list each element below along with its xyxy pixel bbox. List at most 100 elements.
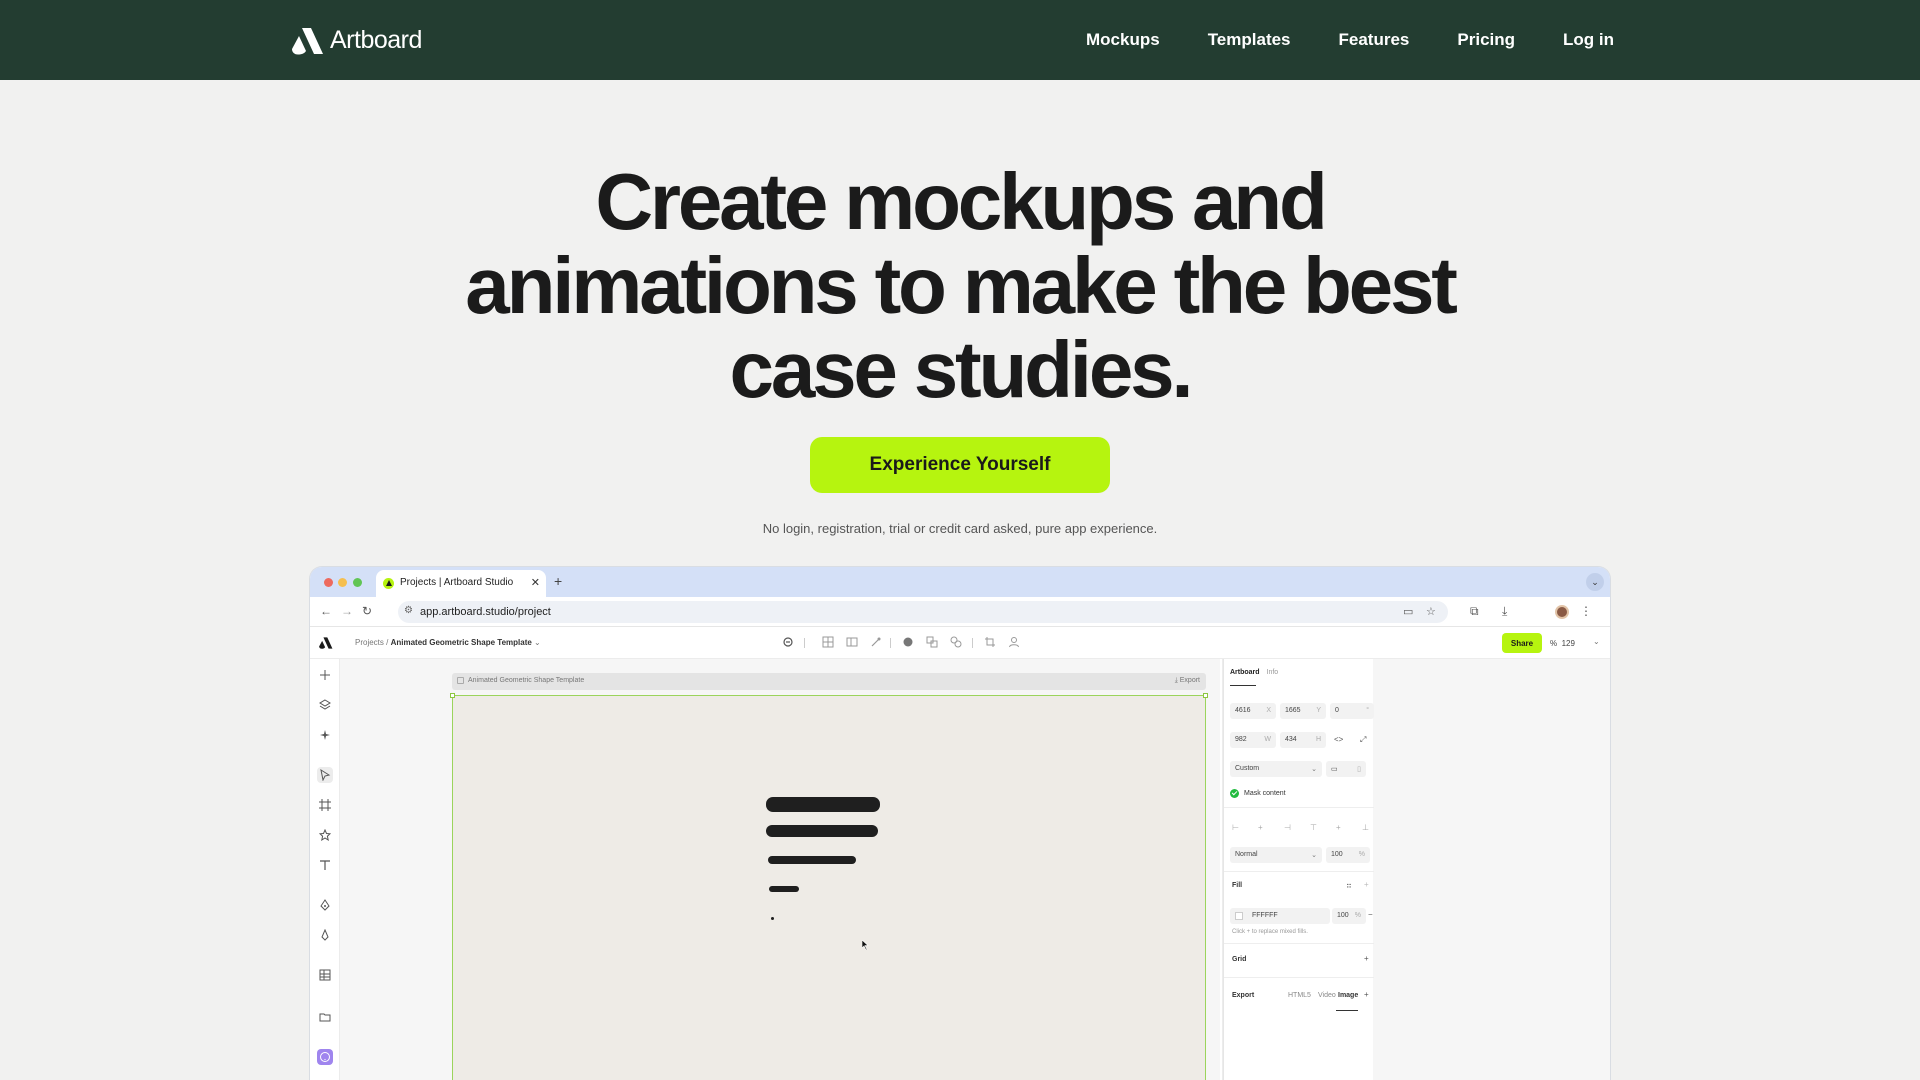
- landscape-icon[interactable]: ▭: [1331, 765, 1338, 773]
- text-tool-icon[interactable]: [317, 857, 333, 873]
- shape-bar[interactable]: [768, 856, 856, 864]
- extensions-icon[interactable]: ⧉: [1470, 604, 1479, 619]
- magic-tool-icon[interactable]: [870, 636, 882, 648]
- back-arrow-icon[interactable]: ←: [320, 604, 332, 618]
- height-field[interactable]: 434 H: [1280, 732, 1326, 748]
- export-tab-video[interactable]: Video: [1318, 992, 1336, 999]
- design-canvas[interactable]: Animated Geometric Shape Template ⤓ Expo…: [340, 659, 1220, 1080]
- site-settings-icon[interactable]: ⚙: [404, 605, 413, 616]
- shape-bar[interactable]: [769, 886, 799, 892]
- resize-handle[interactable]: [1203, 693, 1208, 698]
- fill-color-field[interactable]: FFFFFF: [1230, 908, 1330, 924]
- nav-link-pricing[interactable]: Pricing: [1457, 30, 1515, 50]
- experience-yourself-button[interactable]: Experience Yourself: [810, 437, 1110, 493]
- star-shape-icon[interactable]: [317, 827, 333, 843]
- new-tab-icon[interactable]: +: [554, 573, 562, 589]
- browser-tab[interactable]: Projects | Artboard Studio ✕: [376, 570, 546, 597]
- tab-search-chevron-icon[interactable]: ⌄: [1586, 573, 1604, 591]
- rotation-field[interactable]: 0 °: [1330, 703, 1374, 719]
- resize-handle[interactable]: [450, 693, 455, 698]
- tab-info[interactable]: Info: [1267, 669, 1279, 676]
- add-icon[interactable]: [317, 667, 333, 683]
- help-icon[interactable]: [317, 1049, 333, 1065]
- crop-icon[interactable]: [984, 636, 996, 648]
- person-icon[interactable]: [1008, 636, 1020, 648]
- nav-link-login[interactable]: Log in: [1563, 30, 1614, 50]
- mask-content-checkbox[interactable]: [1230, 789, 1239, 798]
- align-bottom-icon[interactable]: ⊥: [1362, 823, 1369, 832]
- x-position-field[interactable]: 4616 X: [1230, 703, 1276, 719]
- tab-close-icon[interactable]: ✕: [531, 576, 540, 589]
- opacity-field[interactable]: 100%: [1326, 847, 1370, 863]
- minimize-window-dot[interactable]: [338, 578, 347, 587]
- folder-icon[interactable]: [317, 1009, 333, 1025]
- blend-mode-dropdown[interactable]: Normal ⌄: [1230, 847, 1322, 863]
- shape-bar[interactable]: [766, 825, 878, 837]
- forward-arrow-icon[interactable]: →: [341, 604, 353, 618]
- add-fill-icon[interactable]: +: [1364, 880, 1369, 889]
- shape-dot[interactable]: [771, 917, 774, 920]
- fill-style-icon[interactable]: ⠶: [1346, 881, 1352, 890]
- frame-export-button[interactable]: ⤓ Export: [1175, 677, 1200, 685]
- export-tab-image[interactable]: Image: [1338, 992, 1358, 999]
- maximize-window-dot[interactable]: [353, 578, 362, 587]
- constrain-proportions-icon[interactable]: <>: [1334, 735, 1343, 744]
- nav-link-mockups[interactable]: Mockups: [1086, 30, 1160, 50]
- add-grid-icon[interactable]: +: [1364, 954, 1369, 963]
- align-right-icon[interactable]: ⊣: [1284, 823, 1291, 832]
- orientation-toggle[interactable]: ▭ ▯: [1326, 761, 1366, 777]
- rotation-value: 0: [1335, 707, 1339, 714]
- align-center-icon[interactable]: +: [1258, 823, 1263, 832]
- download-icon[interactable]: ⤓: [1502, 604, 1507, 619]
- breadcrumb-root[interactable]: Projects /: [355, 638, 388, 647]
- zoom-chevron-icon[interactable]: ⌄: [1593, 637, 1600, 646]
- breadcrumb[interactable]: Projects / Animated Geometric Shape Temp…: [355, 638, 541, 647]
- cast-icon[interactable]: ▭: [1403, 605, 1413, 618]
- boolean-union-icon[interactable]: [926, 636, 938, 648]
- pencil-tool-icon[interactable]: [317, 927, 333, 943]
- shape-bar[interactable]: [766, 797, 880, 812]
- nav-link-templates[interactable]: Templates: [1208, 30, 1291, 50]
- align-middle-icon[interactable]: +: [1336, 823, 1341, 832]
- select-cursor-icon[interactable]: [317, 767, 333, 783]
- frame-tool-icon[interactable]: [317, 797, 333, 813]
- reload-icon[interactable]: ↻: [362, 604, 372, 618]
- layout-icon[interactable]: [846, 636, 858, 648]
- table-icon[interactable]: [317, 967, 333, 983]
- brand-logo-link[interactable]: Artboard: [292, 26, 422, 55]
- color-swatch[interactable]: [1235, 912, 1243, 920]
- width-field[interactable]: 982 W: [1230, 732, 1276, 748]
- remove-fill-icon[interactable]: −: [1368, 910, 1373, 919]
- profile-avatar[interactable]: [1555, 605, 1569, 619]
- size-preset-dropdown[interactable]: Custom ⌄: [1230, 761, 1322, 777]
- nav-link-features[interactable]: Features: [1339, 30, 1410, 50]
- boolean-subtract-icon[interactable]: [950, 636, 962, 648]
- frame-header[interactable]: Animated Geometric Shape Template ⤓ Expo…: [452, 673, 1206, 690]
- fill-opacity-field[interactable]: 100%: [1332, 908, 1366, 924]
- ai-sparkle-icon[interactable]: [317, 727, 333, 743]
- y-unit: Y: [1316, 707, 1321, 714]
- zoom-control[interactable]: % 129: [1550, 639, 1575, 648]
- grid-icon[interactable]: [822, 636, 834, 648]
- artboard-app-logo-icon[interactable]: [319, 637, 333, 649]
- export-tab-html5[interactable]: HTML5: [1288, 992, 1311, 999]
- align-top-icon[interactable]: ⊤: [1310, 823, 1317, 832]
- tab-artboard[interactable]: Artboard: [1230, 669, 1260, 676]
- close-window-dot[interactable]: [324, 578, 333, 587]
- breadcrumb-current[interactable]: Animated Geometric Shape Template: [391, 638, 532, 647]
- resize-icon[interactable]: ⤢: [1360, 735, 1366, 745]
- layers-icon[interactable]: [317, 697, 333, 713]
- share-button[interactable]: Share: [1502, 633, 1542, 653]
- kebab-menu-icon[interactable]: ⋮: [1580, 604, 1592, 618]
- align-left-icon[interactable]: ⊢: [1232, 823, 1239, 832]
- animate-icon[interactable]: [782, 636, 794, 648]
- chevron-down-icon: ⌄: [534, 638, 541, 647]
- mask-circle-icon[interactable]: [902, 636, 914, 648]
- portrait-icon[interactable]: ▯: [1357, 765, 1361, 773]
- url-bar[interactable]: ⚙ app.artboard.studio/project ▭ ☆: [398, 601, 1448, 623]
- pen-tool-icon[interactable]: [317, 897, 333, 913]
- artboard-frame[interactable]: [450, 693, 1208, 1080]
- bookmark-star-icon[interactable]: ☆: [1426, 605, 1436, 618]
- add-export-icon[interactable]: +: [1364, 990, 1369, 999]
- y-position-field[interactable]: 1665 Y: [1280, 703, 1326, 719]
